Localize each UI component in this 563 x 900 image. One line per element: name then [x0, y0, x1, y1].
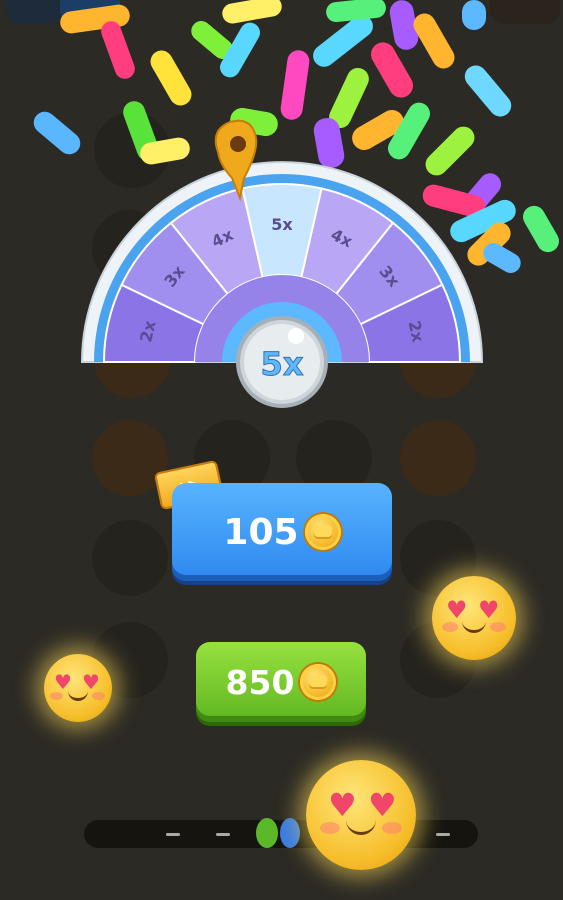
- heart-eyes-emoji-icon: ♥ ♥: [44, 654, 112, 722]
- track-mark: [216, 833, 230, 836]
- track-mark: [166, 833, 180, 836]
- player-token-icon: [256, 818, 278, 848]
- heart-eyes-emoji-icon: ♥ ♥: [306, 760, 416, 870]
- claim-multiplied-reward-button[interactable]: 105: [172, 483, 392, 581]
- coin-icon: [304, 514, 341, 550]
- green-reward-amount: 850: [225, 662, 295, 702]
- wheel-segment-label: 5x: [271, 215, 293, 234]
- blue-reward-amount: 105: [223, 511, 299, 553]
- claim-reward-button[interactable]: 850: [196, 642, 366, 722]
- wheel-center-label: 5x: [261, 345, 304, 383]
- track-mark: [436, 833, 450, 836]
- player-token-icon: [280, 818, 300, 848]
- game-screen: 2x3x4x5x4x3x2x 5x ▶▶ 105 850 ♥ ♥ ♥ ♥: [0, 0, 563, 900]
- multiplier-wheel[interactable]: 2x3x4x5x4x3x2x 5x: [0, 0, 563, 900]
- coin-icon: [300, 664, 337, 700]
- heart-eyes-emoji-icon: ♥ ♥: [432, 576, 516, 660]
